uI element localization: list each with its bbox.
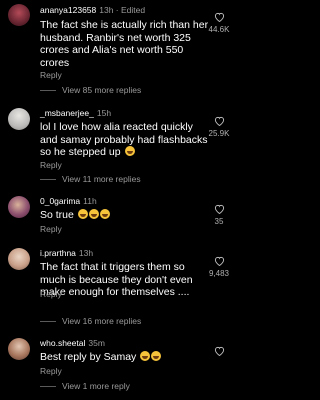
comment-text: lol I love how alia reacted quickly and … [40,121,208,158]
like-button[interactable]: 25.9K [206,116,232,138]
comment-text: So true [40,209,74,221]
comment-item: who.sheetal 35m Best reply by Samay Reply [0,334,240,376]
comment-username[interactable]: _msbanerjee_ [40,108,94,118]
comment-username[interactable]: who.sheetal [40,338,85,348]
laughing-emoji-icon [77,209,88,219]
comment-timestamp: 35m [88,338,105,348]
laughing-emoji-icon [151,351,162,361]
laughing-emoji-icon [140,351,151,361]
view-more-replies[interactable]: View 1 more reply [40,381,130,391]
like-button[interactable] [206,346,232,356]
reply-button[interactable]: Reply [40,224,62,234]
like-button[interactable]: 9,483 [206,256,232,278]
reply-button[interactable]: Reply [40,289,62,299]
laughing-emoji-icon [88,209,99,219]
comment-text: The fact she is actually rich than her h… [40,19,209,69]
comment-username[interactable]: 0_0garima [40,196,80,206]
view-more-replies[interactable]: View 85 more replies [39,85,141,95]
comment-timestamp: 13h · Edited [99,5,146,15]
heart-outline-icon [214,204,224,214]
heart-outline-icon [214,346,224,356]
laughing-emoji-icon [124,146,135,156]
comment-username[interactable]: i.prarthna [40,248,76,258]
like-count: 35 [214,217,224,226]
reply-button[interactable]: Reply [40,70,62,80]
avatar[interactable] [8,196,30,218]
comment-item: 0_0garima 11h So true Reply 35 [0,192,240,237]
like-button[interactable]: 44.6K [206,12,232,34]
heart-outline-icon [214,116,224,126]
avatar[interactable] [8,4,30,26]
comment-item: ananya123658 13h · Edited The fact she is… [0,0,240,96]
like-count: 25.9K [208,129,230,138]
comment-timestamp: 15h [96,108,112,118]
comment-timestamp: 11h [83,196,97,206]
reply-button[interactable]: Reply [40,366,62,376]
avatar[interactable] [8,248,30,270]
comment-item: i.prarthna 13h The fact that it triggers … [0,244,240,310]
comment-item: _msbanerjee_ 15h lol I love how alia reac… [0,104,240,184]
heart-outline-icon [214,256,224,266]
avatar[interactable] [8,108,30,130]
like-count: 9,483 [208,269,230,278]
comment-text: The fact that it triggers them so much i… [40,261,193,298]
like-button[interactable]: 35 [206,204,232,226]
comment-timestamp: 13h [78,248,94,258]
like-count: 44.6K [208,25,230,34]
avatar[interactable] [8,338,30,360]
comment-text: Best reply by Samay [40,351,137,363]
view-more-replies[interactable]: View 11 more replies [40,174,141,184]
heart-outline-icon [214,12,224,22]
view-more-replies[interactable]: View 16 more replies [39,316,141,326]
laughing-emoji-icon [99,209,110,219]
comment-username[interactable]: ananya123658 [40,5,96,15]
reply-button[interactable]: Reply [40,160,62,170]
